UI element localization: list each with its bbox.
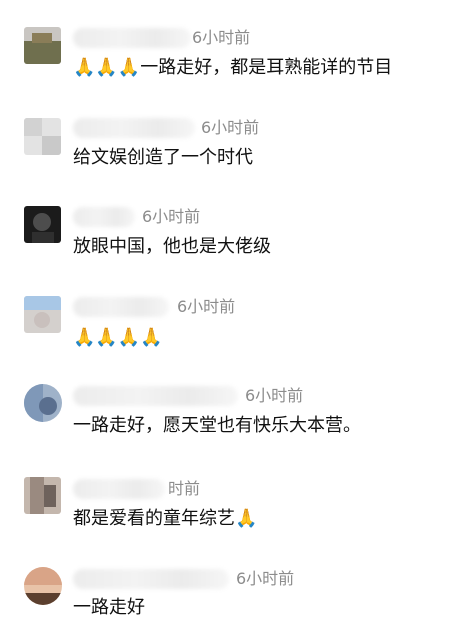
avatar[interactable] bbox=[24, 477, 61, 514]
avatar[interactable] bbox=[24, 296, 61, 333]
avatar-image bbox=[24, 206, 61, 243]
comment-text: 一路走好 bbox=[73, 597, 145, 618]
avatar[interactable] bbox=[24, 384, 62, 422]
avatar-image bbox=[24, 27, 61, 64]
username-blurred[interactable] bbox=[73, 297, 169, 317]
comment-time: 6小时前 bbox=[177, 297, 236, 316]
avatar-image bbox=[24, 477, 61, 514]
username-blurred[interactable] bbox=[73, 207, 135, 227]
comment-time: 6小时前 bbox=[236, 569, 295, 588]
avatar[interactable] bbox=[24, 118, 61, 155]
avatar[interactable] bbox=[24, 567, 62, 605]
comment-text: 🙏🙏🙏一路走好，都是耳熟能详的节目 bbox=[73, 57, 393, 78]
username-blurred[interactable] bbox=[73, 386, 238, 406]
comment-time: 6小时前 bbox=[192, 28, 251, 47]
avatar-image bbox=[24, 118, 61, 155]
username-blurred[interactable] bbox=[73, 118, 195, 138]
avatar[interactable] bbox=[24, 206, 61, 243]
comment-time: 时前 bbox=[168, 479, 201, 498]
avatar-image bbox=[24, 384, 62, 422]
comment-text: 放眼中国，他也是大佬级 bbox=[73, 236, 271, 257]
username-blurred[interactable] bbox=[73, 479, 165, 499]
comment-time: 6小时前 bbox=[142, 207, 201, 226]
comment-text: 给文娱创造了一个时代 bbox=[73, 147, 253, 168]
comment-list: 6小时前 🙏🙏🙏一路走好，都是耳熟能详的节目 6小时前 给文娱创造了一个时代 6… bbox=[0, 0, 467, 641]
avatar[interactable] bbox=[24, 27, 61, 64]
username-blurred[interactable] bbox=[73, 28, 191, 48]
comment-text: 🙏🙏🙏🙏 bbox=[73, 327, 163, 348]
comment-text: 一路走好，愿天堂也有快乐大本营。 bbox=[73, 415, 361, 436]
comment-text: 都是爱看的童年综艺🙏 bbox=[73, 508, 258, 529]
avatar-image bbox=[24, 567, 62, 605]
username-blurred[interactable] bbox=[73, 569, 229, 589]
comment-time: 6小时前 bbox=[245, 386, 304, 405]
avatar-image bbox=[24, 296, 61, 333]
comment-time: 6小时前 bbox=[201, 118, 260, 137]
